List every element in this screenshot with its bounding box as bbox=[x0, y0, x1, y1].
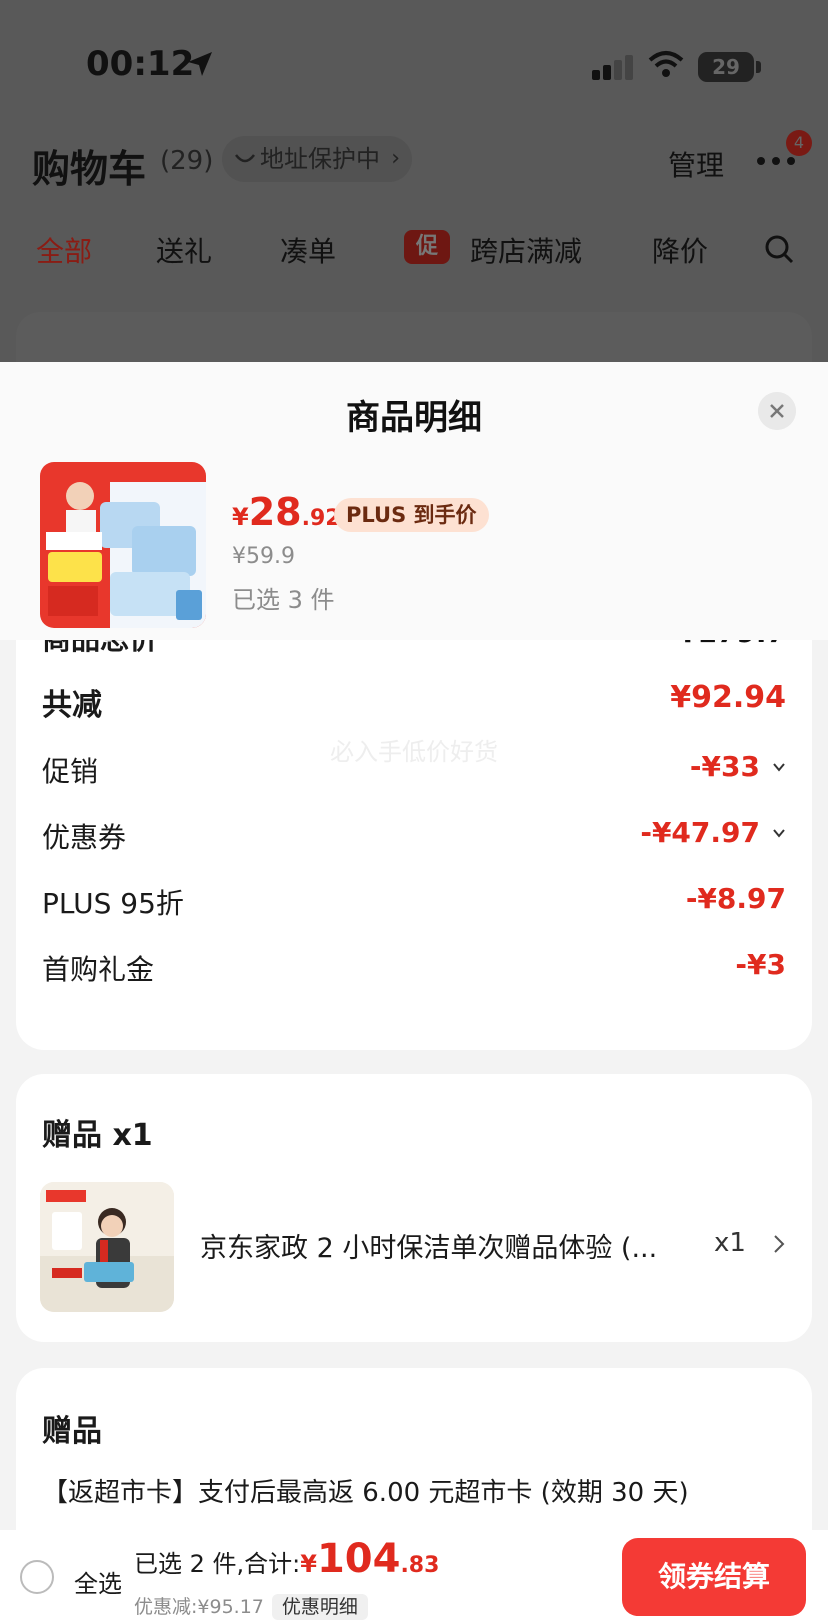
summary-row-discount-total: 共减 ¥92.94 bbox=[42, 680, 786, 723]
price-symbol: ¥ bbox=[232, 503, 249, 531]
summary-value: -¥47.97 bbox=[640, 816, 760, 849]
cellular-signal-icon bbox=[592, 55, 633, 80]
promo-tag: 促 bbox=[404, 230, 450, 264]
gift-section-title: 赠品 x1 bbox=[42, 1118, 153, 1153]
cart-tabs: 全部 送礼 凑单 促 跨店满减 降价 bbox=[0, 222, 828, 272]
wifi-icon bbox=[648, 51, 684, 77]
gift-description: 【返超市卡】支付后最高返 6.00 元超市卡 (效期 30 天) bbox=[42, 1478, 689, 1508]
address-protection-pill[interactable]: 地址保护中 › bbox=[222, 136, 412, 182]
sheet-title: 商品明细 bbox=[346, 398, 482, 438]
tab-price-drop[interactable]: 降价 bbox=[652, 230, 708, 270]
tab-bundle[interactable]: 凑单 bbox=[280, 230, 336, 270]
summary-label: PLUS 95折 bbox=[42, 887, 184, 920]
summary-value: -¥3 bbox=[735, 948, 786, 981]
notification-badge: 4 bbox=[786, 130, 812, 156]
checkout-bar: 全选 已选 2 件,合计:¥104.83 优惠减:¥95.17 优惠明细 领券结算 bbox=[0, 1530, 828, 1622]
battery-indicator: 29 bbox=[698, 52, 754, 82]
chevron-right-icon[interactable] bbox=[772, 1234, 786, 1254]
manage-button[interactable]: 管理 bbox=[668, 144, 724, 184]
watermark-text: 必入手低价好货 bbox=[330, 738, 498, 766]
original-price: ¥59.9 bbox=[232, 544, 295, 569]
summary-label: 优惠券 bbox=[42, 821, 127, 854]
total-price: ¥104.83 bbox=[300, 1536, 439, 1582]
product-price: ¥28.92 bbox=[232, 490, 341, 534]
total-decimal: .83 bbox=[400, 1553, 440, 1578]
tab-all[interactable]: 全部 bbox=[36, 230, 92, 270]
tab-gift[interactable]: 送礼 bbox=[156, 230, 212, 270]
plus-price-tag: PLUS 到手价 bbox=[334, 498, 489, 532]
price-integer: 28 bbox=[248, 490, 302, 534]
product-thumbnail bbox=[40, 462, 206, 628]
gift-thumbnail bbox=[40, 1182, 174, 1312]
cart-header: 购物车 (29) 地址保护中 › 管理 4 bbox=[0, 130, 828, 192]
product-detail-sheet: 商品明细 ¥28.92 PLUS 到手价 ¥59.9 已选 3 件 共减 ¥92… bbox=[0, 362, 828, 1622]
selected-summary: 已选 2 件,合计: bbox=[134, 1550, 301, 1578]
discount-amount: 优惠减:¥95.17 bbox=[134, 1596, 264, 1618]
gift-item-qty: x1 bbox=[714, 1228, 746, 1258]
summary-row-coupon[interactable]: 优惠券 -¥47.97 bbox=[42, 816, 786, 856]
cart-count: (29) bbox=[160, 146, 214, 176]
selected-count: 已选 3 件 bbox=[232, 586, 335, 614]
battery-tip bbox=[756, 61, 761, 73]
summary-row-first-purchase: 首购礼金 -¥3 bbox=[42, 948, 786, 988]
shield-wave-icon bbox=[235, 154, 255, 163]
summary-value: ¥92.94 bbox=[670, 680, 786, 715]
select-all-radio[interactable] bbox=[20, 1560, 54, 1594]
search-icon[interactable] bbox=[764, 234, 794, 264]
select-all-label[interactable]: 全选 bbox=[74, 1564, 122, 1599]
total-summary: 已选 2 件,合计:¥104.83 bbox=[134, 1536, 439, 1582]
location-arrow-icon bbox=[188, 52, 212, 76]
chevron-right-icon: › bbox=[391, 146, 400, 171]
total-integer: 104 bbox=[316, 1536, 401, 1582]
summary-value: -¥8.97 bbox=[685, 882, 786, 915]
price-summary-card: 商品总价 ¥179.7 共减 ¥92.94 促销 -¥33 优惠券 -¥47.9… bbox=[16, 592, 812, 1050]
chevron-down-icon bbox=[773, 829, 785, 838]
summary-label: 共减 bbox=[42, 688, 102, 723]
total-symbol: ¥ bbox=[300, 1550, 317, 1578]
more-icon[interactable] bbox=[756, 156, 796, 166]
close-icon[interactable] bbox=[758, 392, 796, 430]
gift-section-title: 赠品 bbox=[42, 1414, 102, 1449]
status-bar: 00:12 29 bbox=[0, 0, 828, 120]
address-protection-label: 地址保护中 bbox=[260, 145, 380, 173]
gift-item-name[interactable]: 京东家政 2 小时保洁单次赠品体验 (... bbox=[200, 1226, 670, 1265]
discount-line: 优惠减:¥95.17 优惠明细 bbox=[134, 1592, 368, 1620]
tab-cross-store[interactable]: 跨店满减 bbox=[470, 230, 582, 270]
summary-label: 首购礼金 bbox=[42, 953, 155, 986]
sheet-header: 商品明细 ¥28.92 PLUS 到手价 ¥59.9 已选 3 件 bbox=[0, 362, 828, 640]
background-cart-page: 00:12 29 购物车 (29) 地址保护中 › 管理 4 全部 送礼 凑单 … bbox=[0, 0, 828, 372]
summary-row-plus-discount: PLUS 95折 -¥8.97 bbox=[42, 882, 786, 922]
page-title: 购物车 bbox=[32, 147, 147, 191]
discount-detail-button[interactable]: 优惠明细 bbox=[271, 1594, 368, 1620]
checkout-button[interactable]: 领券结算 bbox=[622, 1538, 806, 1616]
status-time: 00:12 bbox=[86, 44, 195, 84]
gift-card: 赠品 x1 京东家政 2 小时保洁单次赠品体验 (... x1 bbox=[16, 1074, 812, 1342]
